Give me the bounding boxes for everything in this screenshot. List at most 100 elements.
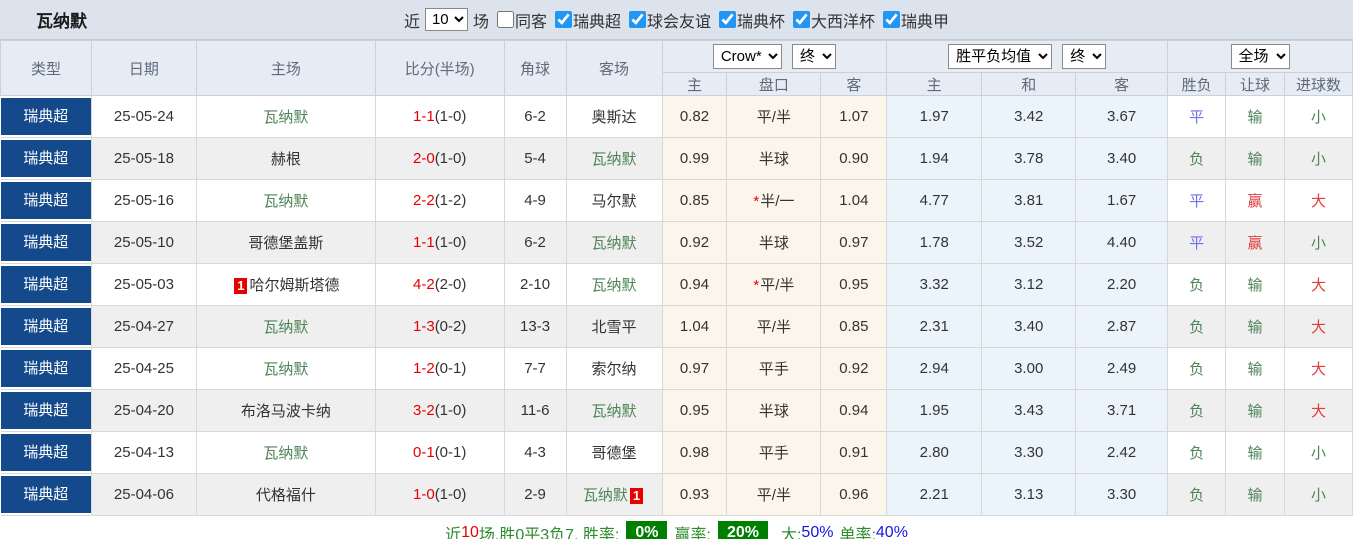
result-text: 赢 — [1248, 235, 1263, 252]
result-text: 负 — [1189, 319, 1204, 336]
europe-home-odds-cell: 2.80 — [887, 432, 982, 474]
home-team-cell: 瓦纳默 — [196, 306, 375, 348]
league-badge: 瑞典超 — [1, 476, 91, 513]
handicap-result-cell: 输 — [1226, 306, 1285, 348]
date-cell: 25-05-18 — [91, 138, 196, 180]
team-name-link[interactable]: 马尔默 — [592, 193, 637, 210]
team-name-link[interactable]: 瓦纳默 — [592, 403, 637, 420]
superettan-checkbox[interactable] — [883, 11, 900, 28]
result-text: 输 — [1248, 445, 1263, 462]
team-name-link[interactable]: 代格福什 — [256, 487, 316, 504]
asian-away-odds-cell: 0.97 — [821, 222, 887, 264]
home-team-cell: 布洛马波卡纳 — [196, 390, 375, 432]
league-cell: 瑞典超 — [1, 264, 92, 306]
europe-away-odds-cell: 1.67 — [1076, 180, 1168, 222]
league-badge: 瑞典超 — [1, 392, 91, 429]
team-name-link[interactable]: 瓦纳默 — [592, 235, 637, 252]
team-name-link[interactable]: 瓦纳默 — [263, 445, 308, 462]
subheader-handicap: 盘口 — [727, 73, 821, 96]
asian-away-odds-cell: 0.95 — [821, 264, 887, 306]
team-name-link[interactable]: 布洛马波卡纳 — [241, 403, 331, 420]
asian-home-odds-cell: 0.92 — [662, 222, 727, 264]
away-team-cell: 马尔默 — [566, 180, 662, 222]
club-friendly-checkbox[interactable] — [629, 11, 646, 28]
league-cell: 瑞典超 — [1, 96, 92, 138]
win-rate-badge: 0% — [626, 521, 667, 539]
team-name-link[interactable]: 奥斯达 — [592, 109, 637, 126]
score-cell: 1-3(0-2) — [375, 306, 504, 348]
result-text: 输 — [1248, 109, 1263, 126]
team-name-link[interactable]: 瓦纳默 — [263, 109, 308, 126]
asian-company-select[interactable]: Crow* — [713, 44, 782, 69]
europe-time-select[interactable]: 终 — [1062, 44, 1106, 69]
team-name-link[interactable]: 瓦纳默 — [263, 319, 308, 336]
league-badge: 瑞典超 — [1, 350, 91, 387]
date-cell: 25-05-10 — [91, 222, 196, 264]
league-badge: 瑞典超 — [1, 182, 91, 219]
corners-cell: 2-10 — [504, 264, 566, 306]
result-text: 大 — [1311, 361, 1326, 378]
team-name-link[interactable]: 索尔纳 — [592, 361, 637, 378]
asian-away-odds-cell: 0.92 — [821, 348, 887, 390]
home-team-cell: 瓦纳默 — [196, 96, 375, 138]
team-name-link[interactable]: 北雪平 — [592, 319, 637, 336]
home-team-cell: 瓦纳默 — [196, 432, 375, 474]
result-text: 小 — [1311, 151, 1326, 168]
team-name-link[interactable]: 瓦纳默 — [263, 361, 308, 378]
asian-away-odds-cell: 0.90 — [821, 138, 887, 180]
asian-away-odds-cell: 0.96 — [821, 474, 887, 516]
halftime-score: (1-2) — [435, 192, 467, 209]
summary-bar: 近 10 场,胜0平3负7, 胜率: 0% 赢率: 20% 大: 50% 单率:… — [0, 516, 1353, 539]
home-team-cell: 赫根 — [196, 138, 375, 180]
same-away-checkbox[interactable] — [497, 11, 514, 28]
team-name-link[interactable]: 瓦纳默 — [263, 193, 308, 210]
fulltime-score: 2-2 — [413, 192, 435, 209]
outcome-cell: 平 — [1168, 180, 1226, 222]
europe-company-select[interactable]: 胜平负均值 — [948, 44, 1052, 69]
filter-label: 瑞典甲 — [901, 8, 949, 32]
asian-home-odds-cell: 0.98 — [662, 432, 727, 474]
europe-away-odds-cell: 2.87 — [1076, 306, 1168, 348]
team-name-link[interactable]: 哈尔姆斯塔德 — [249, 277, 339, 294]
score-cell: 2-2(1-2) — [375, 180, 504, 222]
europe-away-odds-cell: 3.30 — [1076, 474, 1168, 516]
away-team-cell: 北雪平 — [566, 306, 662, 348]
team-name-link[interactable]: 瓦纳默 — [583, 487, 628, 504]
europe-draw-odds-cell: 3.30 — [982, 432, 1076, 474]
goals-cell: 大 — [1285, 180, 1353, 222]
team-name-link[interactable]: 哥德堡盖斯 — [248, 235, 323, 252]
outcome-cell: 负 — [1168, 474, 1226, 516]
asian-time-select[interactable]: 终 — [792, 44, 836, 69]
rank-badge: 1 — [630, 488, 643, 504]
swedish-cup-checkbox[interactable] — [719, 11, 736, 28]
europe-home-odds-cell: 1.94 — [887, 138, 982, 180]
league-badge: 瑞典超 — [1, 266, 91, 303]
fulltime-score: 2-0 — [413, 150, 435, 167]
table-row: 瑞典超 25-04-25 瓦纳默 1-2(0-1) 7-7 索尔纳 0.97 平… — [1, 348, 1353, 390]
result-text: 平 — [1189, 235, 1204, 252]
team-name-link[interactable]: 瓦纳默 — [592, 151, 637, 168]
handicap-cell: *半/一 — [727, 180, 821, 222]
date-cell: 25-04-13 — [91, 432, 196, 474]
atlantic-cup-checkbox[interactable] — [793, 11, 810, 28]
result-scope-select[interactable]: 全场 — [1231, 44, 1290, 69]
result-text: 负 — [1189, 277, 1204, 294]
subheader-outcome: 胜负 — [1168, 73, 1226, 96]
europe-draw-odds-cell: 3.78 — [982, 138, 1076, 180]
away-team-cell: 哥德堡 — [566, 432, 662, 474]
result-text: 大 — [1311, 403, 1326, 420]
europe-draw-odds-cell: 3.00 — [982, 348, 1076, 390]
summary-near-label: 近 — [445, 521, 461, 539]
team-name-link[interactable]: 瓦纳默 — [592, 277, 637, 294]
allsvenskan-checkbox[interactable] — [555, 11, 572, 28]
recent-suffix-label: 场 — [473, 8, 489, 32]
asian-home-odds-cell: 1.04 — [662, 306, 727, 348]
team-name-link[interactable]: 哥德堡 — [592, 445, 637, 462]
result-text: 负 — [1189, 361, 1204, 378]
recent-count-select[interactable]: 10 — [425, 8, 468, 31]
team-name-link[interactable]: 赫根 — [271, 151, 301, 168]
handicap-cell: 平/半 — [727, 474, 821, 516]
result-text: 大 — [1311, 319, 1326, 336]
table-row: 瑞典超 25-05-18 赫根 2-0(1-0) 5-4 瓦纳默 0.99 半球… — [1, 138, 1353, 180]
handicap-cell: 半球 — [727, 390, 821, 432]
